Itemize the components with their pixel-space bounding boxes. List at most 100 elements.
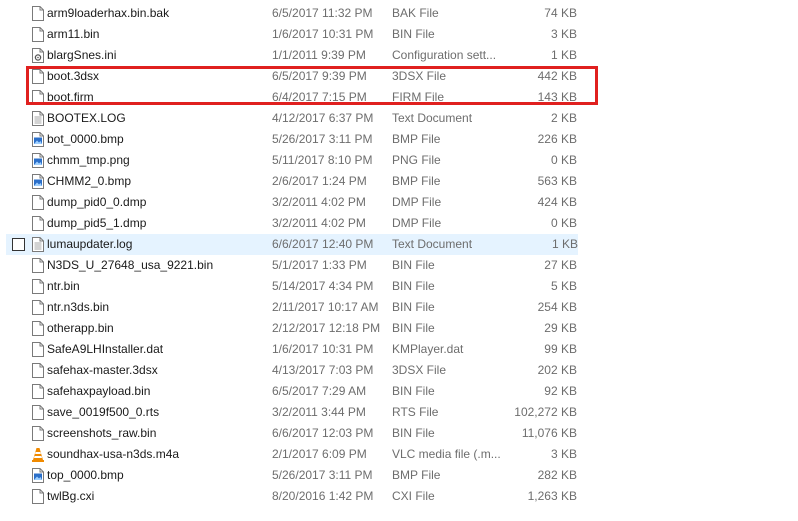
generic-file-icon	[32, 321, 44, 336]
file-row[interactable]: dump_pid0_0.dmp 3/2/2011 4:02 PM DMP File 4…	[0, 192, 798, 213]
file-row[interactable]: ntr.n3ds.bin 2/11/2017 10:17 AM BIN File 25…	[0, 297, 798, 318]
file-name: arm11.bin	[47, 27, 100, 41]
file-name: dump_pid5_1.dmp	[47, 216, 147, 230]
file-type: FIRM File	[392, 90, 444, 104]
file-date-modified: 2/1/2017 6:09 PM	[272, 447, 367, 461]
file-row[interactable]: safehaxpayload.bin 6/5/2017 7:29 AM BIN Fi…	[0, 381, 798, 402]
file-date-modified: 6/4/2017 7:15 PM	[272, 90, 367, 104]
image-file-icon	[32, 174, 44, 189]
generic-file-icon	[32, 216, 44, 231]
file-date-modified: 2/6/2017 1:24 PM	[272, 174, 367, 188]
file-name: SafeA9LHInstaller.dat	[47, 342, 164, 356]
file-size: 2 KB	[550, 111, 577, 125]
file-name: arm9loaderhax.bin.bak	[47, 6, 170, 20]
file-row[interactable]: BOOTEX.LOG 4/12/2017 6:37 PM Text Document…	[0, 108, 798, 129]
file-date-modified: 4/12/2017 6:37 PM	[272, 111, 374, 125]
file-name: dump_pid0_0.dmp	[47, 195, 147, 209]
file-row[interactable]: dump_pid5_1.dmp 3/2/2011 4:02 PM DMP File 0…	[0, 213, 798, 234]
generic-file-icon	[32, 195, 44, 210]
file-row[interactable]: soundhax-usa-n3ds.m4a 2/1/2017 6:09 PM VLC…	[0, 444, 798, 465]
file-row[interactable]: otherapp.bin 2/12/2017 12:18 PM BIN File 29…	[0, 318, 798, 339]
file-date-modified: 6/6/2017 12:03 PM	[272, 426, 374, 440]
file-type: 3DSX File	[392, 69, 447, 83]
file-date-modified: 4/13/2017 7:03 PM	[272, 363, 374, 377]
file-size: 1,263 KB	[527, 489, 577, 503]
file-size: 282 KB	[537, 468, 577, 482]
file-row[interactable]: save_0019f500_0.rts 3/2/2011 3:44 PM RTS F…	[0, 402, 798, 423]
file-size: 1 KB	[551, 237, 578, 251]
file-type: PNG File	[392, 153, 441, 167]
file-date-modified: 5/1/2017 1:33 PM	[272, 258, 367, 272]
image-file-icon	[32, 132, 44, 147]
generic-file-icon	[32, 300, 44, 315]
file-type: Text Document	[392, 111, 473, 125]
file-row[interactable]: bot_0000.bmp 5/26/2017 3:11 PM BMP File 226…	[0, 129, 798, 150]
file-date-modified: 3/2/2011 3:44 PM	[272, 405, 366, 419]
generic-file-icon	[32, 384, 44, 399]
file-name: ntr.n3ds.bin	[47, 300, 110, 314]
file-name: save_0019f500_0.rts	[47, 405, 160, 419]
file-row[interactable]: boot.3dsx 6/5/2017 9:39 PM 3DSX File 442 KB	[0, 66, 798, 87]
generic-file-icon	[32, 69, 44, 84]
text-document-icon	[32, 237, 44, 252]
file-size: 3 KB	[550, 447, 577, 461]
file-type: BIN File	[392, 258, 435, 272]
file-row[interactable]: boot.firm 6/4/2017 7:15 PM FIRM File 143 KB	[0, 87, 798, 108]
file-name: boot.3dsx	[47, 69, 100, 83]
file-row[interactable]: blargSnes.ini 1/1/2011 9:39 PM Configurati…	[0, 45, 798, 66]
file-type: BIN File	[392, 384, 435, 398]
file-row[interactable]: SafeA9LHInstaller.dat 1/6/2017 10:31 PM KM…	[0, 339, 798, 360]
file-type: BIN File	[392, 27, 435, 41]
file-date-modified: 2/12/2017 12:18 PM	[272, 321, 381, 335]
file-type: CXI File	[392, 489, 435, 503]
file-type: BIN File	[392, 321, 435, 335]
generic-file-icon	[32, 426, 44, 441]
config-file-icon	[32, 48, 44, 63]
file-name: N3DS_U_27648_usa_9221.bin	[47, 258, 214, 272]
file-type: Configuration sett...	[392, 48, 497, 62]
file-row[interactable]: ntr.bin 5/14/2017 4:34 PM BIN File 5 KB	[0, 276, 798, 297]
file-type: Text Document	[392, 237, 473, 251]
file-name: BOOTEX.LOG	[47, 111, 126, 125]
file-name: ntr.bin	[47, 279, 80, 293]
file-row[interactable]: top_0000.bmp 5/26/2017 3:11 PM BMP File 282…	[0, 465, 798, 486]
file-size: 29 KB	[544, 321, 577, 335]
file-date-modified: 1/1/2011 9:39 PM	[272, 48, 366, 62]
file-name: lumaupdater.log	[47, 237, 133, 251]
file-row[interactable]: twlBg.cxi 8/20/2016 1:42 PM CXI File 1,263 …	[0, 486, 798, 507]
file-size: 226 KB	[537, 132, 577, 146]
file-row[interactable]: chmm_tmp.png 5/11/2017 8:10 PM PNG File 0 K…	[0, 150, 798, 171]
file-size: 254 KB	[537, 300, 577, 314]
file-size: 11,076 KB	[521, 426, 577, 440]
file-size: 92 KB	[544, 384, 577, 398]
generic-file-icon	[32, 489, 44, 504]
file-size: 27 KB	[544, 258, 577, 272]
file-row[interactable]: safehax-master.3dsx 4/13/2017 7:03 PM 3DSX…	[0, 360, 798, 381]
file-name: soundhax-usa-n3ds.m4a	[47, 447, 180, 461]
file-row[interactable]: CHMM2_0.bmp 2/6/2017 1:24 PM BMP File 563 K…	[0, 171, 798, 192]
file-date-modified: 5/11/2017 8:10 PM	[272, 153, 373, 167]
file-row[interactable]: arm11.bin 1/6/2017 10:31 PM BIN File 3 KB	[0, 24, 798, 45]
file-date-modified: 5/26/2017 3:11 PM	[272, 132, 373, 146]
file-row[interactable]: N3DS_U_27648_usa_9221.bin 5/1/2017 1:33 P…	[0, 255, 798, 276]
file-size: 143 KB	[537, 90, 577, 104]
image-file-icon	[32, 153, 44, 168]
file-date-modified: 2/11/2017 10:17 AM	[272, 300, 379, 314]
text-document-icon	[32, 111, 44, 126]
row-checkbox[interactable]	[12, 238, 25, 251]
file-date-modified: 3/2/2011 4:02 PM	[272, 216, 366, 230]
file-row[interactable]: lumaupdater.log 6/6/2017 12:40 PM Text Doc…	[6, 234, 578, 255]
generic-file-icon	[32, 90, 44, 105]
file-size: 102,272 KB	[514, 405, 577, 419]
image-file-icon	[32, 468, 44, 483]
file-name: blargSnes.ini	[47, 48, 117, 62]
file-type: DMP File	[392, 216, 442, 230]
file-type: BMP File	[392, 132, 441, 146]
file-row[interactable]: screenshots_raw.bin 6/6/2017 12:03 PM BIN …	[0, 423, 798, 444]
generic-file-icon	[32, 258, 44, 273]
file-name: boot.firm	[47, 90, 94, 104]
file-date-modified: 6/6/2017 12:40 PM	[272, 237, 374, 251]
generic-file-icon	[32, 342, 44, 357]
file-date-modified: 6/5/2017 11:32 PM	[272, 6, 373, 20]
file-row[interactable]: arm9loaderhax.bin.bak 6/5/2017 11:32 PM BA…	[0, 3, 798, 24]
